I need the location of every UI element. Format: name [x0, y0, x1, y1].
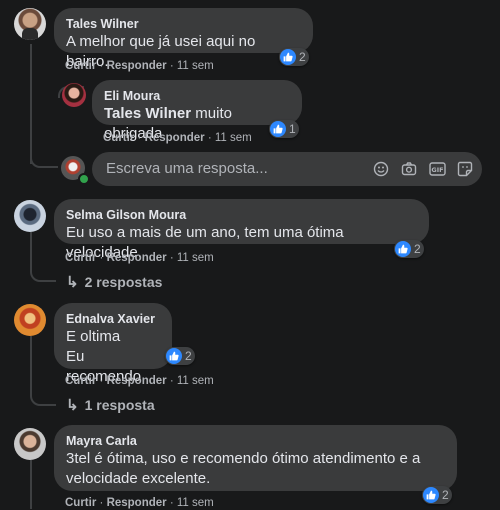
- reply-arrow-icon: ↳: [66, 274, 79, 291]
- mention[interactable]: Tales Wilner: [104, 105, 191, 122]
- comment-actions: Curtir · Responder · 11 sem: [103, 132, 252, 144]
- comment-text-line: 3tel é ótima, uso e recomendo ótimo aten…: [66, 450, 421, 467]
- reaction-count[interactable]: 2: [422, 486, 452, 504]
- emoji-icon[interactable]: [372, 160, 390, 178]
- comment-actions: Curtir · Responder · 11 sem: [65, 252, 214, 264]
- reply-link[interactable]: Responder: [107, 497, 167, 509]
- like-link[interactable]: Curtir: [65, 497, 96, 509]
- reply-link[interactable]: Responder: [107, 375, 167, 387]
- like-icon: [280, 49, 296, 65]
- reply-input[interactable]: [104, 159, 358, 178]
- thread-line: [30, 460, 32, 509]
- like-icon: [166, 348, 182, 364]
- comment-time[interactable]: 11 sem: [177, 497, 214, 509]
- reply-link[interactable]: Responder: [107, 60, 167, 72]
- avatar[interactable]: [14, 304, 46, 336]
- camera-icon[interactable]: [400, 160, 418, 178]
- comment-text-line: E oltima: [66, 328, 121, 345]
- avatar[interactable]: [14, 8, 46, 40]
- sticker-icon[interactable]: [456, 160, 474, 178]
- comment-author[interactable]: Tales Wilner: [66, 16, 301, 32]
- like-link[interactable]: Curtir: [65, 60, 96, 72]
- like-link[interactable]: Curtir: [103, 132, 134, 144]
- like-icon: [423, 487, 439, 503]
- comment-actions: Curtir · Responder · 11 sem: [65, 60, 214, 72]
- reply-link[interactable]: Responder: [145, 132, 205, 144]
- avatar[interactable]: [62, 83, 86, 107]
- reply-arrow-icon: ↳: [66, 397, 79, 414]
- comment-bubble: Eli Moura Tales Wilner muito obrigada: [92, 80, 302, 142]
- comment-actions: Curtir · Responder · 11 sem: [65, 375, 214, 387]
- comment-bubble: Mayra Carla 3tel é ótima, uso e recomend…: [54, 425, 457, 491]
- comment-author[interactable]: Eli Moura: [104, 88, 290, 104]
- online-status-dot: [78, 173, 90, 185]
- reaction-count[interactable]: 2: [394, 240, 424, 258]
- avatar[interactable]: [14, 200, 46, 232]
- comment-bubble: Selma Gilson Moura Eu uso a mais de um a…: [54, 199, 429, 261]
- like-link[interactable]: Curtir: [65, 252, 96, 264]
- like-icon: [395, 241, 411, 257]
- reaction-count[interactable]: 1: [269, 120, 299, 138]
- thread-connector: [30, 80, 56, 96]
- like-link[interactable]: Curtir: [65, 375, 96, 387]
- thread-line: [30, 44, 32, 164]
- comment-time[interactable]: 11 sem: [177, 375, 214, 387]
- comment-time[interactable]: 11 sem: [215, 132, 252, 144]
- comment-actions: Curtir · Responder · 11 sem: [65, 497, 214, 509]
- view-replies-button[interactable]: ↳ 2 respostas: [66, 273, 162, 291]
- view-replies-button[interactable]: ↳ 1 resposta: [66, 396, 155, 414]
- reply-composer: GIF: [92, 152, 482, 186]
- avatar[interactable]: [14, 428, 46, 460]
- comment-time[interactable]: 11 sem: [177, 60, 214, 72]
- gif-icon[interactable]: GIF: [428, 160, 446, 178]
- thread-connector: [30, 384, 56, 406]
- reaction-count[interactable]: 2: [165, 347, 195, 365]
- comment-bubble: Tales Wilner A melhor que já usei aqui n…: [54, 8, 313, 70]
- comment-author[interactable]: Ednalva Xavier: [66, 311, 160, 327]
- comment-time[interactable]: 11 sem: [177, 252, 214, 264]
- thread-connector: [30, 262, 56, 282]
- svg-text:GIF: GIF: [431, 166, 443, 174]
- comment-author[interactable]: Mayra Carla: [66, 433, 445, 449]
- reply-link[interactable]: Responder: [107, 252, 167, 264]
- comment-text-line: velocidade excelente.: [66, 470, 211, 487]
- comment-bubble: Ednalva Xavier E oltima Eu recomendo: [54, 303, 172, 385]
- reaction-count[interactable]: 2: [279, 48, 309, 66]
- like-icon: [270, 121, 286, 137]
- comment-author[interactable]: Selma Gilson Moura: [66, 207, 417, 223]
- thread-connector: [30, 150, 58, 168]
